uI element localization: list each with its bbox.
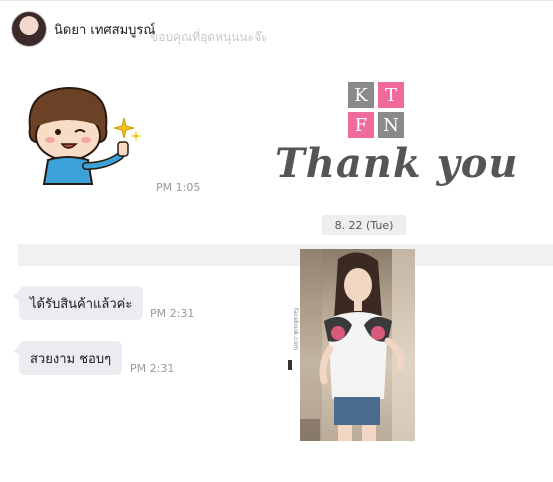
message-text: สวยงาม ชอบๆ xyxy=(30,351,112,367)
message-text: ได้รับสินค้าแล้วค่ะ xyxy=(30,296,133,312)
sticker-time: PM 1:05 xyxy=(156,181,201,194)
sender-name[interactable]: นิดยา เทศสมบูรณ์ xyxy=(54,19,155,40)
message-separator-band xyxy=(18,244,553,266)
message-bubble-praise[interactable]: สวยงาม ชอบๆ xyxy=(12,341,123,375)
message-bubble-received[interactable]: ได้รับสินค้าแล้วค่ะ xyxy=(12,286,144,320)
photo-watermark-tag: facebook.com xyxy=(292,308,299,351)
photo-side-mark xyxy=(288,360,292,370)
wink-thumbs-up-sticker[interactable] xyxy=(20,80,152,192)
thank-you-text: Thank you xyxy=(275,140,519,187)
logo-letter-k: K xyxy=(348,82,374,108)
logo-letter-t: T xyxy=(378,82,404,108)
message-time: PM 2:31 xyxy=(130,362,175,375)
date-divider: 8. 22 (Tue) xyxy=(322,215,406,235)
product-photo-illustration xyxy=(300,249,415,441)
chat-header: นิดยา เทศสมบูรณ์ ขอบคุณที่อุดหนุนนะจ๊ะ xyxy=(0,6,553,50)
logo-letter-f: F xyxy=(348,112,374,138)
top-divider xyxy=(0,0,553,1)
ktfn-logo[interactable]: K T F N xyxy=(348,82,406,140)
logo-letter-n: N xyxy=(378,112,404,138)
avatar[interactable] xyxy=(11,11,47,47)
message-time: PM 2:31 xyxy=(150,307,195,320)
faded-preview-text: ขอบคุณที่อุดหนุนนะจ๊ะ xyxy=(150,30,268,44)
product-photo[interactable] xyxy=(300,249,415,441)
